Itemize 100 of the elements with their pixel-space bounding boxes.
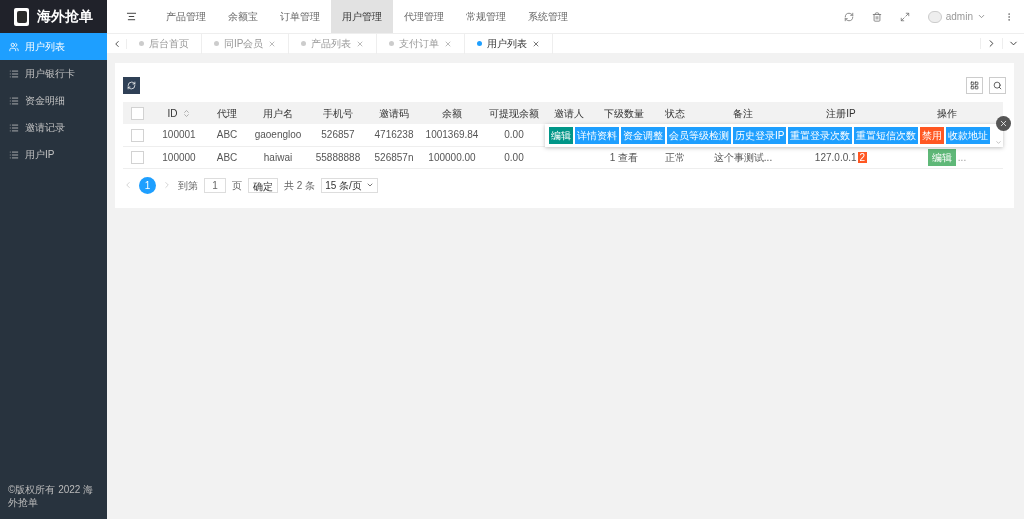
refresh-icon [127, 81, 136, 90]
column-header: 邀请码 [379, 106, 409, 121]
checkbox[interactable] [130, 151, 144, 165]
table-cell: 127.0.0.1 [814, 151, 857, 163]
page-input[interactable]: 1 [204, 177, 226, 193]
column-header: 注册IP [826, 106, 856, 121]
column-header: 可提现余额 [489, 106, 539, 121]
close-icon [999, 119, 1008, 128]
table-cell: gaoengloo [254, 129, 302, 141]
close-icon[interactable] [356, 39, 365, 48]
column-header: 下级数量 [604, 106, 644, 121]
edit-button[interactable]: 编辑 [927, 148, 956, 166]
column-header: 代理 [217, 106, 237, 121]
action-button[interactable]: 会员等级检测 [667, 127, 731, 144]
column-header: 余额 [442, 106, 462, 121]
table-cell: 526857n [374, 151, 414, 163]
action-button[interactable]: 资金调整 [621, 127, 665, 144]
table-cell: 55888888 [315, 151, 361, 163]
sidebar-item[interactable]: 用户列表 [0, 33, 107, 60]
column-header: 操作 [937, 106, 957, 121]
table-cell: 0.00 [504, 129, 524, 141]
table-cell: 100000 [162, 151, 196, 163]
page-tab[interactable]: 后台首页 [127, 33, 202, 54]
sidebar-item[interactable]: 用户IP [0, 141, 107, 168]
refresh-icon[interactable] [843, 11, 854, 22]
checkbox[interactable] [130, 129, 144, 143]
action-button[interactable]: 收款地址 [946, 127, 991, 144]
column-header[interactable]: ID [167, 105, 191, 121]
close-icon[interactable] [532, 39, 541, 48]
page-tab[interactable]: 同IP会员 [202, 33, 290, 54]
action-button[interactable]: 禁用 [920, 127, 945, 144]
list-icon [9, 122, 19, 133]
caret-icon [977, 12, 986, 21]
sidebar-item[interactable]: 邀请记录 [0, 114, 107, 141]
grid-icon [970, 81, 979, 90]
page-size-select[interactable]: 15 条/页 [321, 177, 378, 193]
table-cell: 正常 [665, 151, 685, 163]
logo-icon [14, 7, 29, 26]
trash-icon[interactable] [871, 11, 882, 22]
checkbox[interactable] [130, 107, 144, 121]
table-cell: 100000.00 [428, 151, 476, 163]
nav-tab[interactable]: 常规管理 [455, 0, 517, 33]
avatar-icon [927, 10, 942, 23]
list-icon [9, 149, 19, 160]
users-icon [9, 41, 19, 52]
column-header: 手机号 [323, 106, 353, 121]
page-tab[interactable]: 用户列表 [465, 33, 554, 54]
table-cell: haiwai [263, 151, 293, 163]
action-button[interactable]: 重置短信次数 [854, 127, 919, 144]
table-cell: 526857 [321, 129, 355, 141]
search-button[interactable] [989, 77, 1006, 94]
columns-button[interactable] [966, 77, 983, 94]
nav-tab[interactable]: 系统管理 [517, 0, 579, 33]
column-header: 用户名 [263, 106, 293, 121]
table-cell: 4716238 [374, 129, 414, 141]
column-header: 备注 [733, 106, 753, 121]
table-cell: 100001 [162, 129, 196, 141]
sort-icon[interactable] [181, 108, 191, 118]
goto-label: 到第 [178, 178, 198, 193]
confirm-button[interactable]: 确定 [248, 177, 278, 193]
action-button[interactable]: 重置登录次数 [788, 127, 853, 144]
copyright-text: ©版权所有 2022 海外抢单 [7, 483, 95, 510]
table-cell: 1001369.84 [425, 129, 479, 141]
refresh-button[interactable] [123, 77, 140, 94]
table-cell: 1 查看 [609, 151, 639, 163]
admin-user-menu[interactable]: admin [945, 9, 973, 24]
menu-icon[interactable] [125, 11, 137, 22]
logo-text: 海外抢单 [37, 7, 93, 26]
nav-tab[interactable]: 代理管理 [393, 0, 455, 33]
page-tab[interactable]: 支付订单 [377, 33, 466, 54]
page-button[interactable]: 1 [139, 176, 156, 194]
caret-icon [995, 139, 1002, 146]
nav-tab[interactable]: 用户管理 [331, 0, 393, 33]
count-badge: 2 [857, 151, 868, 163]
action-button[interactable]: 详情资料 [575, 127, 619, 144]
column-header: 邀请人 [554, 106, 584, 121]
action-button[interactable]: 历史登录IP [733, 127, 787, 144]
action-button[interactable]: 编辑 [549, 127, 573, 144]
sidebar-item[interactable]: 用户银行卡 [0, 60, 107, 87]
list-icon [9, 68, 19, 79]
list-icon [9, 95, 19, 106]
total-count: 共 2 条 [284, 178, 316, 193]
nav-tab[interactable]: 余额宝 [217, 0, 269, 33]
close-button[interactable] [996, 116, 1011, 131]
page-unit: 页 [232, 178, 242, 193]
close-icon[interactable] [444, 39, 453, 48]
close-icon[interactable] [268, 39, 277, 48]
table-cell: 0.00 [504, 151, 524, 163]
column-header: 状态 [665, 106, 685, 121]
table-cell: ABC [216, 151, 238, 163]
table-cell: ABC [216, 129, 238, 141]
sidebar-item[interactable]: 资金明细 [0, 87, 107, 114]
table-cell: 这个事测试... [713, 151, 773, 163]
fullscreen-icon[interactable] [899, 11, 910, 22]
nav-tab[interactable]: 产品管理 [155, 0, 217, 33]
page-tab[interactable]: 产品列表 [289, 33, 378, 54]
nav-tab[interactable]: 订单管理 [269, 0, 331, 33]
more-text[interactable]: ... [957, 149, 967, 165]
search-icon [993, 81, 1002, 90]
caret-icon [365, 181, 374, 189]
